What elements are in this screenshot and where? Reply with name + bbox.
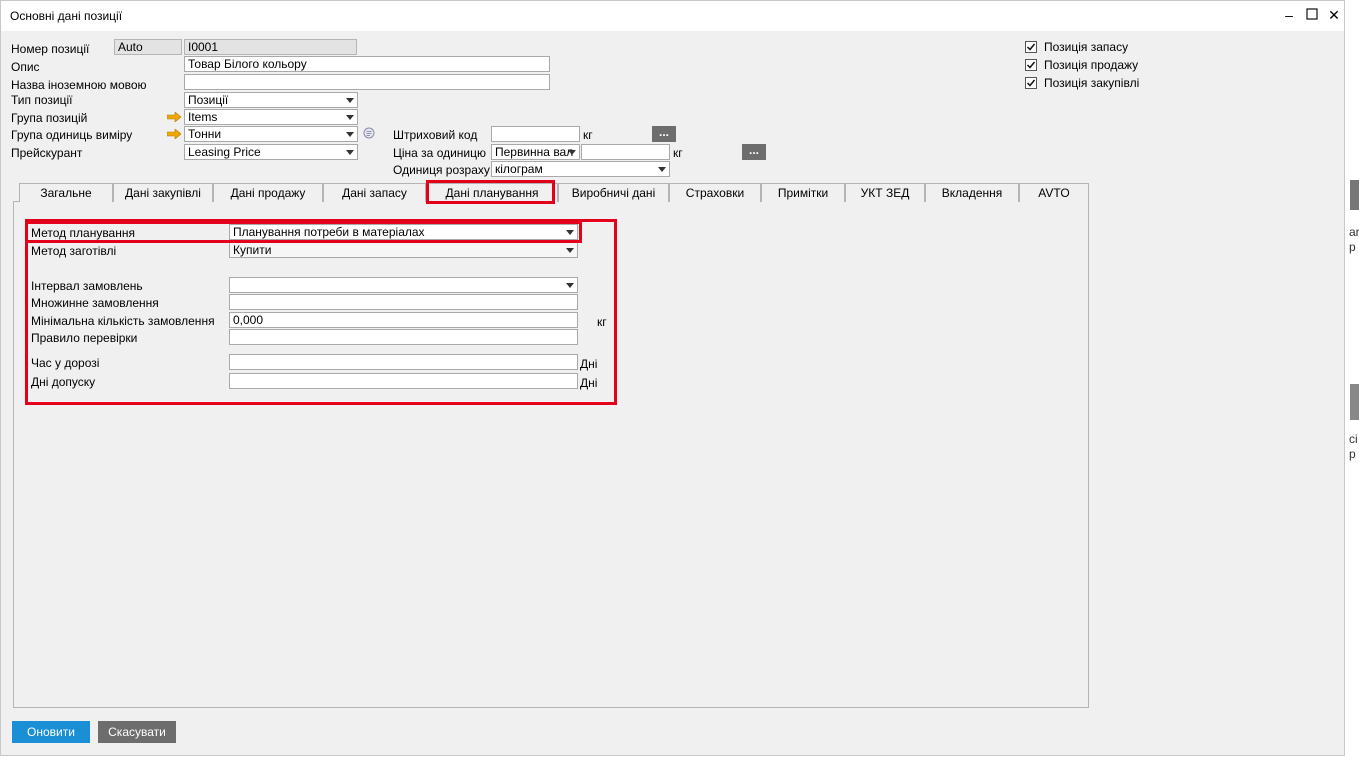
uom-group-label: Група одиниць виміру [11, 128, 133, 142]
background-window-icon [1350, 384, 1359, 420]
description-label: Опис [11, 60, 40, 74]
purchase-item-checkbox[interactable] [1025, 77, 1037, 89]
cancel-button[interactable]: Скасувати [98, 721, 176, 743]
price-list-value: Leasing Price [188, 145, 261, 159]
uom-group-value: Тонни [188, 127, 222, 141]
item-no-field[interactable]: I0001 [184, 39, 357, 55]
price-currency-value: Первинна вал [495, 145, 574, 159]
chevron-down-icon [658, 167, 666, 172]
unit-price-field[interactable] [581, 144, 670, 160]
background-window-text: p [1349, 447, 1356, 461]
tab-purchasing-data[interactable]: Дані закупівлі [113, 183, 213, 202]
link-arrow-icon[interactable] [167, 112, 181, 122]
tab-production-data[interactable]: Виробничі дані [558, 183, 669, 202]
background-window-text: p [1349, 240, 1356, 254]
uom-details-icon[interactable] [363, 127, 375, 139]
item-no-series[interactable]: Auto [114, 39, 182, 55]
title-bar[interactable]: Основні дані позиції – ✕ [1, 1, 1344, 31]
chevron-down-icon [346, 132, 354, 137]
barcode-more-button[interactable]: ... [652, 126, 676, 142]
pricing-unit-value: кілограм [495, 162, 543, 176]
tab-avto[interactable]: AVTO [1019, 183, 1089, 202]
price-list-select[interactable]: Leasing Price [184, 144, 358, 160]
minimize-icon[interactable]: – [1281, 7, 1297, 23]
item-master-data-window: Основні дані позиції – ✕ Номер позиції A… [0, 0, 1345, 756]
sales-item-label: Позиція продажу [1044, 58, 1139, 72]
inventory-item-label: Позиція запасу [1044, 40, 1129, 54]
barcode-field[interactable] [491, 126, 580, 142]
unit-price-unit: кг [673, 146, 683, 160]
link-arrow-icon[interactable] [167, 129, 181, 139]
sales-item-checkbox[interactable] [1025, 59, 1037, 71]
foreign-name-label: Назва іноземною мовою [11, 78, 147, 92]
item-type-value: Позиції [188, 93, 229, 107]
price-currency-select[interactable]: Первинна вал [491, 144, 580, 160]
pricing-unit-label: Одиниця розраху [393, 163, 490, 177]
tab-customs-code[interactable]: УКТ ЗЕД [845, 183, 925, 202]
item-type-label: Тип позиції [11, 93, 73, 107]
planning-method-highlight [25, 221, 582, 243]
foreign-name-field[interactable] [184, 74, 550, 90]
update-button[interactable]: Оновити [12, 721, 90, 743]
unit-price-more-button[interactable]: ... [742, 144, 766, 160]
description-field[interactable]: Товар Білого кольору [184, 56, 550, 72]
barcode-label: Штриховий код [393, 128, 478, 142]
tab-remarks[interactable]: Примітки [761, 183, 845, 202]
item-group-select[interactable]: Items [184, 109, 358, 125]
tab-general[interactable]: Загальне [19, 183, 113, 202]
uom-group-select[interactable]: Тонни [184, 126, 358, 142]
close-icon[interactable]: ✕ [1326, 7, 1342, 23]
background-window-text: ar [1349, 225, 1359, 239]
tab-sales-data[interactable]: Дані продажу [213, 183, 323, 202]
active-tab-highlight [426, 180, 555, 204]
purchase-item-label: Позиція закупівлі [1044, 76, 1140, 90]
item-type-select[interactable]: Позиції [184, 92, 358, 108]
barcode-unit: кг [583, 128, 593, 142]
chevron-down-icon [346, 150, 354, 155]
unit-price-label: Ціна за одиницю [393, 146, 487, 160]
background-window-icon [1350, 180, 1359, 210]
pricing-unit-select[interactable]: кілограм [491, 161, 670, 177]
tab-attachments[interactable]: Вкладення [925, 183, 1019, 202]
chevron-down-icon [346, 98, 354, 103]
item-group-value: Items [188, 110, 218, 124]
background-window-text: ci [1349, 432, 1358, 446]
maximize-icon[interactable] [1304, 7, 1320, 23]
tab-inventory-data[interactable]: Дані запасу [323, 183, 426, 202]
planning-fields-highlight [25, 219, 617, 405]
chevron-down-icon [568, 150, 576, 155]
item-no-label: Номер позиції [11, 42, 90, 56]
tab-insurance[interactable]: Страховки [669, 183, 761, 202]
chevron-down-icon [346, 115, 354, 120]
item-group-label: Група позицій [11, 111, 88, 125]
price-list-label: Прейскурант [11, 146, 83, 160]
inventory-item-checkbox[interactable] [1025, 41, 1037, 53]
window-title: Основні дані позиції [10, 9, 123, 23]
